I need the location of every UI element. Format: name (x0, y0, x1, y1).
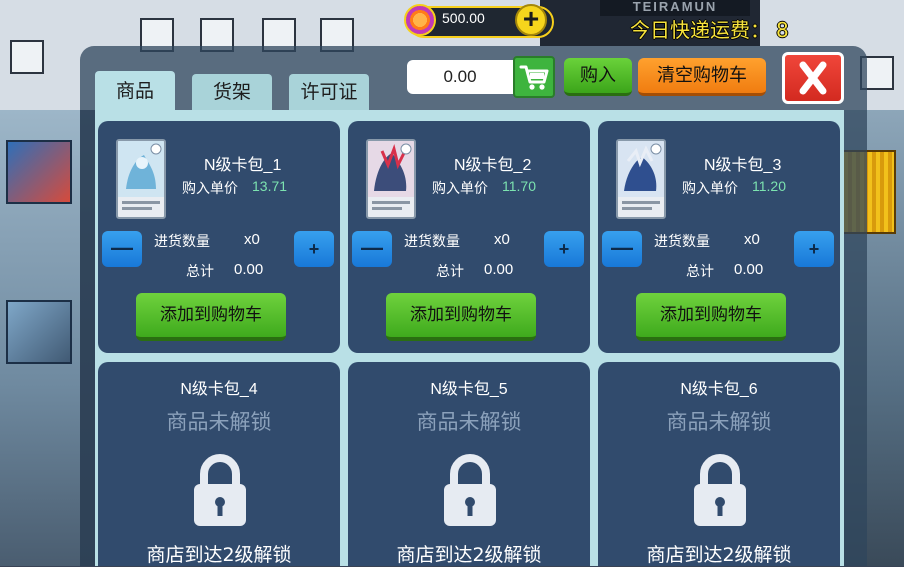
unit-price-label: 购入单价 (682, 181, 738, 197)
item-name: N级卡包_4 (180, 381, 258, 398)
locked-status: 商品未解锁 (166, 410, 272, 434)
lock-icon (694, 454, 746, 526)
item-name: N级卡包_1 (204, 157, 282, 174)
add-to-cart-button[interactable]: 添加到购物车 (636, 293, 786, 341)
item-card-2: N级卡包_2 购入单价 11.70 — 进货数量 x0 + 总计 0.00 添加… (348, 121, 590, 353)
lock-icon (194, 454, 246, 526)
locked-status: 商品未解锁 (416, 410, 522, 434)
buy-button[interactable]: 购入 (564, 58, 632, 96)
tab-licenses[interactable]: 许可证 (289, 74, 369, 110)
unit-price: 11.70 (502, 178, 536, 194)
shipping-fee-value: 8 (776, 18, 789, 42)
item-total-label: 总计 (436, 264, 464, 280)
background-box (6, 300, 72, 364)
wall-card-art (10, 40, 44, 74)
coin-icon (404, 4, 436, 36)
item-total-label: 总计 (186, 264, 214, 280)
locked-item-card-6: N级卡包_6 商品未解锁 商店到达2级解锁 (598, 362, 840, 566)
increase-qty-button[interactable]: + (544, 231, 584, 267)
item-name: N级卡包_6 (680, 381, 758, 398)
quantity-label: 进货数量 (654, 234, 710, 250)
card-pack-image (116, 139, 166, 219)
increase-qty-button[interactable]: + (794, 231, 834, 267)
unlock-requirement: 商店到达2级解锁 (146, 544, 292, 566)
coin-balance: 500.00 (442, 10, 485, 26)
card-pack-image (366, 139, 416, 219)
unit-price-label: 购入单价 (182, 181, 238, 197)
card-art-icon (368, 141, 414, 210)
locked-status: 商品未解锁 (666, 410, 772, 434)
decrease-qty-button[interactable]: — (102, 231, 142, 267)
decrease-qty-button[interactable]: — (602, 231, 642, 267)
item-total-label: 总计 (686, 264, 714, 280)
add-to-cart-button[interactable]: 添加到购物车 (136, 293, 286, 341)
card-pack-image (616, 139, 666, 219)
quantity-label: 进货数量 (154, 234, 210, 250)
add-to-cart-button[interactable]: 添加到购物车 (386, 293, 536, 341)
unlock-requirement: 商店到达2级解锁 (646, 544, 792, 566)
shopping-cart-icon (519, 65, 549, 90)
unit-price: 11.20 (752, 178, 786, 194)
close-button[interactable] (782, 52, 844, 104)
increase-qty-button[interactable]: + (294, 231, 334, 267)
card-art-icon (118, 141, 164, 210)
cart-total-field: 0.00 (407, 60, 513, 94)
lock-icon (444, 454, 496, 526)
background-shelf-left (0, 110, 80, 566)
decrease-qty-button[interactable]: — (352, 231, 392, 267)
item-name: N级卡包_2 (454, 157, 532, 174)
unit-price: 13.71 (252, 178, 288, 194)
quantity-value: x0 (494, 231, 510, 248)
close-icon (799, 61, 827, 95)
item-card-1: N级卡包_1 购入单价 13.71 — 进货数量 x0 + 总计 0.00 添加… (98, 121, 340, 353)
item-card-3: N级卡包_3 购入单价 11.20 — 进货数量 x0 + 总计 0.00 添加… (598, 121, 840, 353)
locked-item-card-5: N级卡包_5 商品未解锁 商店到达2级解锁 (348, 362, 590, 566)
quantity-value: x0 (744, 231, 760, 248)
tab-goods[interactable]: 商品 (95, 71, 175, 110)
background-box (6, 140, 72, 204)
item-name: N级卡包_5 (430, 381, 508, 398)
shipping-fee: 今日快递运费： 8 (630, 14, 789, 43)
card-art-icon (618, 141, 664, 210)
cart-icon[interactable] (513, 56, 555, 98)
add-coins-button[interactable]: + (515, 4, 547, 36)
unlock-requirement: 商店到达2级解锁 (396, 544, 542, 566)
quantity-value: x0 (244, 231, 260, 248)
clear-cart-button[interactable]: 清空购物车 (638, 58, 766, 96)
tab-shelves[interactable]: 货架 (192, 74, 272, 110)
locked-item-card-4: N级卡包_4 商品未解锁 商店到达2级解锁 (98, 362, 340, 566)
quantity-label: 进货数量 (404, 234, 460, 250)
item-total-value: 0.00 (484, 261, 514, 278)
unit-price-label: 购入单价 (432, 181, 488, 197)
item-total-value: 0.00 (234, 261, 264, 278)
item-name: N级卡包_3 (704, 157, 782, 174)
item-total-value: 0.00 (734, 261, 764, 278)
shipping-fee-label: 今日快递运费： (630, 18, 770, 42)
